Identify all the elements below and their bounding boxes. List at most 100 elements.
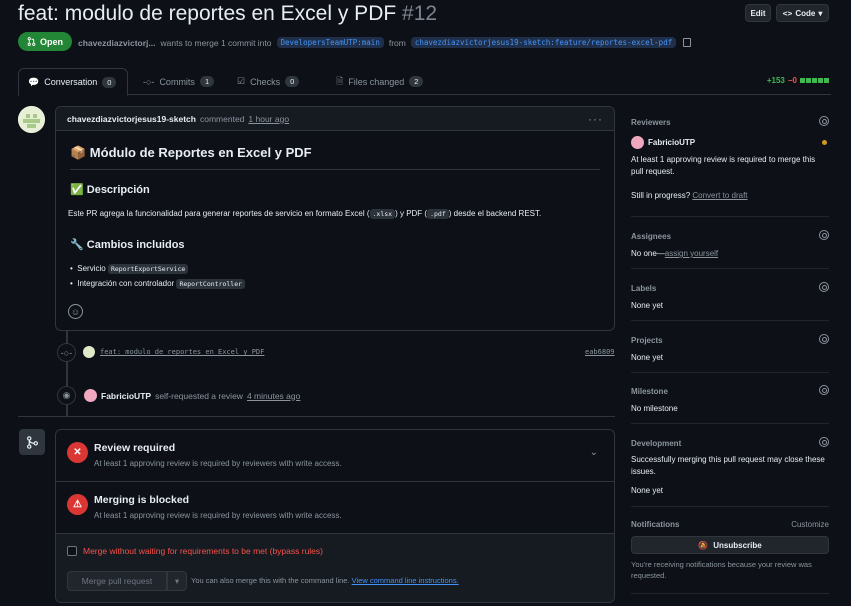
review-required-row[interactable]: ✕ Review required At least 1 approving r… [56,430,614,482]
desc-text-2: ) y PDF ( [395,209,428,218]
commit-icon: -○- [143,76,155,87]
list-item: • Integración con controlador ReportCont… [70,279,246,289]
gear-icon[interactable] [819,334,829,344]
pr-author[interactable]: chavezdiazvictorj... [78,38,155,48]
base-branch[interactable]: DevelopersTeamUTP:main [276,37,384,48]
reviewer-item: FabricioUTP [631,136,829,149]
cmd-line-hint: You can also merge this with the command… [191,576,459,585]
x-circle-icon: ✕ [67,442,88,463]
bypass-option[interactable]: Merge without waiting for requirements t… [67,546,323,556]
development-heading: Development [631,439,682,448]
reviewer-name[interactable]: FabricioUTP [648,138,695,147]
pr-tabs: 💬 Conversation 0 -○- Commits 1 ☑ Checks … [18,68,831,96]
tab-count: 0 [102,76,117,88]
git-merge-icon [19,429,45,455]
gear-icon[interactable] [819,230,829,240]
commit-sha[interactable]: eab6809 [585,348,615,356]
gear-icon[interactable] [819,116,829,126]
tab-label: Conversation [44,77,98,87]
tab-label: Commits [159,76,195,87]
cmd-text: You can also merge this with the command… [191,576,350,585]
bell-slash-icon: 🔕 [698,540,709,550]
code-button[interactable]: <> Code ▾ [776,4,829,22]
desc-code-xlsx: .xlsx [369,209,396,219]
gear-icon[interactable] [819,385,829,395]
tab-count: 1 [199,76,215,87]
copy-icon[interactable] [683,38,692,47]
list-item-label: Servicio [77,264,106,273]
desc-code-pdf: .pdf [427,209,449,219]
bypass-checkbox[interactable] [67,546,77,556]
comment-icon: 💬 [28,76,40,87]
smiley-icon[interactable]: ☺ [68,304,83,319]
diffstat: +153 −0 [767,76,829,85]
divider [631,423,829,424]
tab-commits[interactable]: -○- Commits 1 [134,68,223,95]
commit-icon: -○- [57,343,76,362]
comment-author[interactable]: chavezdiazvictorjesus19-sketch [67,114,196,124]
assignees-heading: Assignees [631,232,672,241]
merge-pull-request-button[interactable]: Merge pull request [67,571,167,591]
merge-options-dropdown[interactable]: ▾ [167,571,187,591]
commit-message[interactable]: feat: modulo de reportes en Excel y PDF [100,348,264,356]
pr-title: feat: modulo de reportes en Excel y PDF … [18,2,437,26]
milestone-value: No milestone [631,404,678,413]
more-options-icon[interactable]: ··· [588,112,603,126]
review-time[interactable]: 4 minutes ago [247,391,300,401]
pr-number: #12 [402,2,438,25]
comment-heading: 📦 Módulo de Reportes en Excel y PDF [70,145,312,160]
code-icon: <> [782,8,793,18]
desc-text-3: ) desde el backend REST. [448,209,542,218]
labels-heading: Labels [631,284,657,293]
checklist-icon: ☑ [237,76,246,86]
comment-time[interactable]: 1 hour ago [248,114,289,124]
chevron-down-icon[interactable]: ⌄ [590,447,598,458]
changes-list: • Servicio ReportExportService • Integra… [70,264,246,289]
review-user[interactable]: FabricioUTP [101,391,151,401]
unsubscribe-button[interactable]: 🔕 Unsubscribe [631,536,829,554]
head-branch[interactable]: chavezdiazvictorjesus19-sketch:feature/r… [410,37,677,48]
divider [631,372,829,373]
pull-request-icon [27,37,36,46]
tab-checks[interactable]: ☑ Checks 0 [228,68,308,95]
edit-button[interactable]: Edit [745,4,771,22]
avatar[interactable] [631,136,644,149]
divider [631,593,829,594]
customize-link[interactable]: Customize [791,520,829,529]
merge-button-label: Merge pull request [81,576,153,586]
merging-blocked-row: ⚠ Merging is blocked At least 1 approvin… [56,482,614,534]
list-item-code: ReportExportService [107,264,189,274]
eye-icon: ◉ [57,386,76,405]
convert-to-draft-link[interactable]: Convert to draft [692,191,747,200]
gear-icon[interactable] [819,282,829,292]
reviewers-section: Reviewers FabricioUTP At least 1 approvi… [631,116,829,208]
edit-button-label: Edit [750,8,766,18]
cmd-link[interactable]: View command line instructions. [352,576,459,585]
development-note: Successfully merging this pull request m… [631,455,825,476]
alert-icon: ⚠ [67,494,88,515]
chevron-down-icon: ▾ [174,575,180,586]
reviewers-heading: Reviewers [631,118,671,127]
list-item-code: ReportController [176,279,246,289]
tab-label: Checks [250,76,281,87]
tab-count: 0 [285,76,300,87]
unsubscribe-label: Unsubscribe [713,540,762,550]
notifications-note: You're receiving notifications because y… [631,560,812,580]
diffstat-deletions: −0 [787,76,797,85]
tab-files-changed[interactable]: 🗎 Files changed 2 [327,68,432,95]
tab-conversation[interactable]: 💬 Conversation 0 [18,68,128,96]
assignees-none: No one— [631,249,665,258]
merge-footer [56,534,614,602]
bypass-label: Merge without waiting for requirements t… [83,546,323,556]
divider [70,169,600,170]
avatar[interactable] [83,346,95,358]
avatar[interactable] [84,389,97,402]
notifications-heading: Notifications [631,520,680,529]
assign-yourself-link[interactable]: assign yourself [665,249,718,258]
labels-section: Labels None yet [631,282,829,312]
development-value: None yet [631,486,664,495]
status-label: Open [39,36,63,47]
merge-box: ✕ Review required At least 1 approving r… [55,429,615,603]
gear-icon[interactable] [819,437,829,447]
avatar[interactable] [18,106,45,133]
